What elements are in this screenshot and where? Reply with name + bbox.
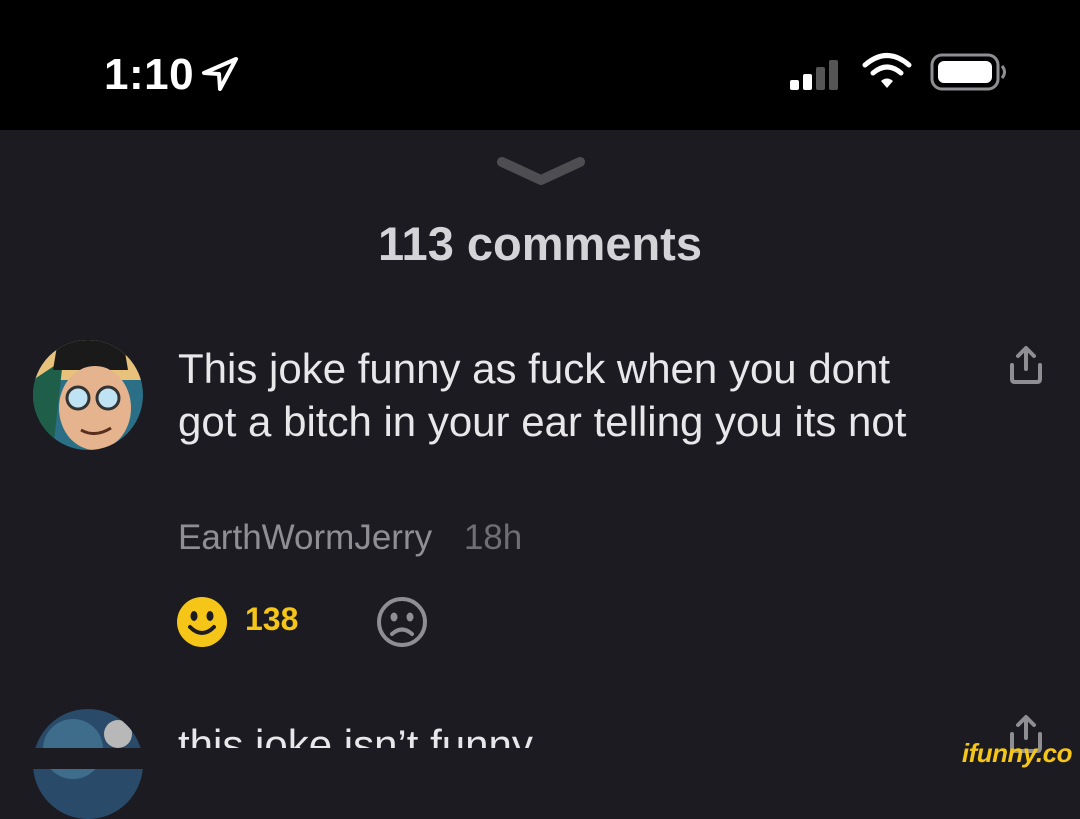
frown-icon[interactable] bbox=[376, 596, 428, 648]
bottom-strip bbox=[0, 748, 940, 769]
smile-icon[interactable] bbox=[176, 596, 228, 648]
wifi-icon bbox=[862, 53, 912, 88]
like-count: 138 bbox=[245, 601, 299, 637]
status-time: 1:10 bbox=[104, 50, 195, 99]
comment-meta: EarthWormJerry 18h bbox=[178, 518, 522, 558]
chevron-down-icon[interactable] bbox=[496, 152, 586, 188]
status-bar: 1:10 bbox=[0, 0, 1080, 130]
battery-icon bbox=[930, 53, 1006, 91]
signal-icon bbox=[790, 60, 838, 90]
share-icon[interactable] bbox=[1006, 345, 1046, 385]
watermark-logo: ifunny.co bbox=[961, 738, 1073, 768]
comment-author[interactable]: EarthWormJerry bbox=[178, 518, 432, 557]
comments-count-title: 113 comments bbox=[378, 217, 702, 270]
avatar[interactable] bbox=[33, 340, 143, 450]
comment-text: This joke funny as fuck when you dont go… bbox=[178, 345, 907, 445]
comment-time: 18h bbox=[463, 518, 523, 557]
location-arrow-icon bbox=[202, 57, 238, 91]
